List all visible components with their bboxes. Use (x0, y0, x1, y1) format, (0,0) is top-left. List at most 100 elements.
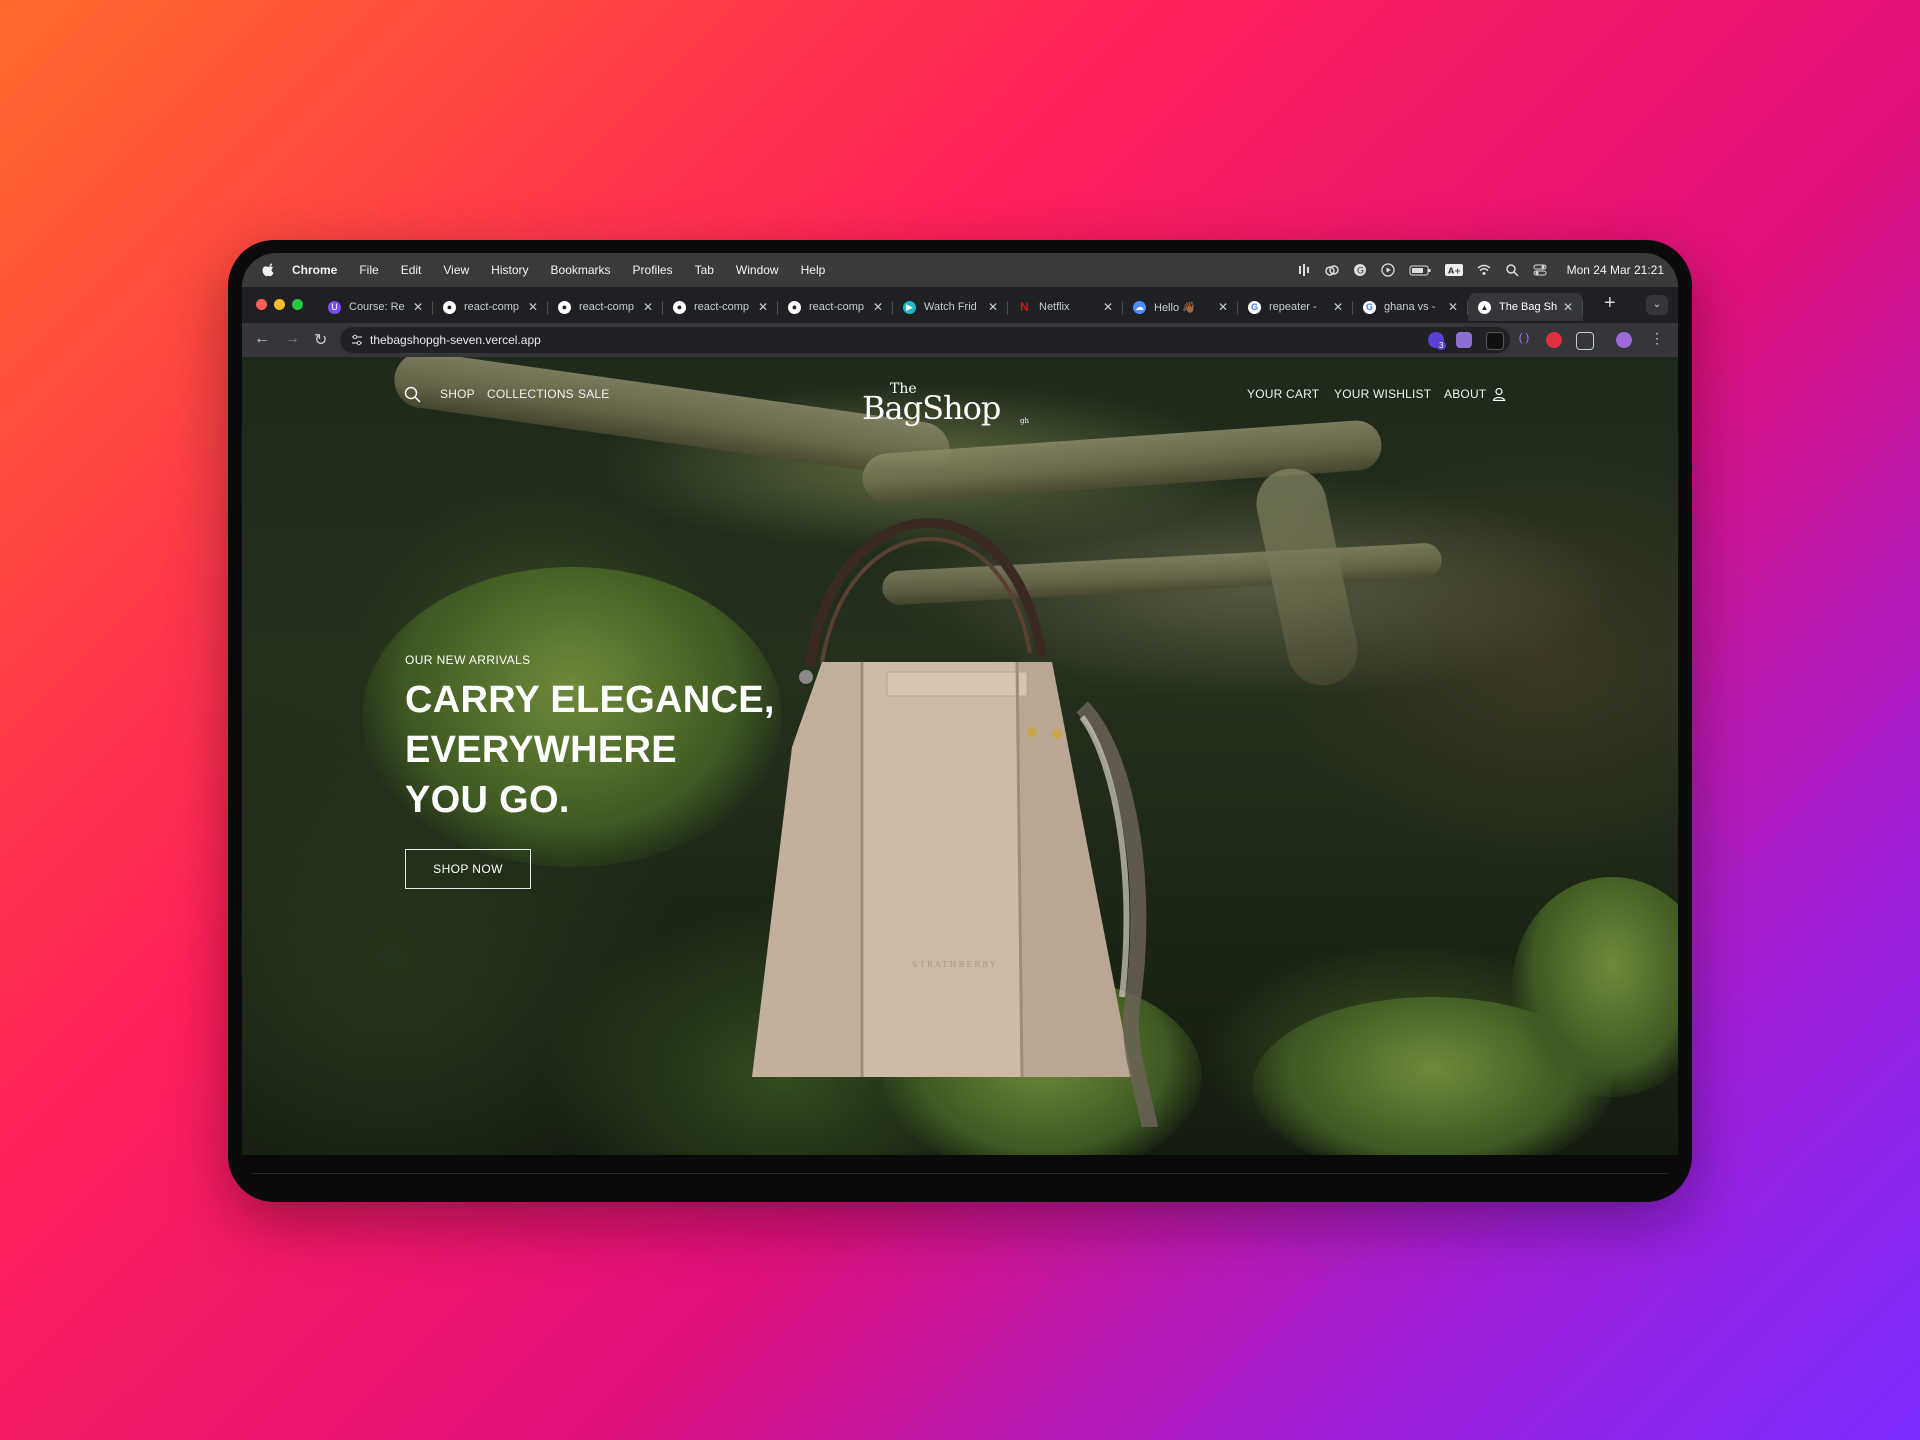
menu-edit[interactable]: Edit (401, 263, 422, 277)
tab-list: U Course: Re ✕ ● react-comp ✕ ● react-co… (318, 291, 1583, 323)
github-icon: ● (558, 300, 571, 314)
tab-title: Course: Re (349, 301, 405, 313)
close-tab-icon[interactable]: ✕ (413, 300, 423, 314)
browser-tab[interactable]: G repeater - ✕ (1238, 293, 1353, 321)
tab-title: Watch Frid (924, 301, 977, 313)
tab-title: react-comp (809, 301, 865, 313)
close-tab-icon[interactable]: ✕ (1563, 300, 1573, 314)
browser-tab[interactable]: N Netflix ✕ (1008, 293, 1123, 321)
site-header: SHOP COLLECTIONS SALE The BagShop gh YOU… (242, 357, 1678, 447)
close-tab-icon[interactable]: ✕ (988, 300, 998, 314)
browser-tab[interactable]: U Course: Re ✕ (318, 293, 433, 321)
shop-now-button[interactable]: SHOP NOW (405, 849, 531, 889)
hero-content: OUR NEW ARRIVALS CARRY ELEGANCE, EVERYWH… (405, 653, 774, 889)
play-icon: ▶ (903, 300, 916, 314)
menu-bar-status-area: G A+ Mon 24 Mar 21:21 (1297, 253, 1664, 287)
address-bar[interactable]: thebagshopgh-seven.vercel.app ☆ (340, 327, 1510, 353)
tab-title: The Bag Sh (1499, 301, 1558, 313)
nav-about-link[interactable]: ABOUT (1444, 387, 1486, 401)
close-tab-icon[interactable]: ✕ (1218, 300, 1228, 314)
keyboard-input-icon[interactable]: A+ (1444, 263, 1463, 277)
menu-file[interactable]: File (359, 263, 378, 277)
close-tab-icon[interactable]: ✕ (528, 300, 538, 314)
extension-icon[interactable]: ( ) (1516, 332, 1532, 348)
macos-menu-bar: Chrome File Edit View History Bookmarks … (242, 253, 1678, 287)
svg-text:G: G (1357, 267, 1364, 277)
browser-tab[interactable]: ☁ Hello 👋🏾 ✕ (1123, 293, 1238, 321)
forward-arrow-icon[interactable]: → (284, 330, 300, 348)
close-tab-icon[interactable]: ✕ (1448, 300, 1458, 314)
grammarly-icon[interactable]: G (1353, 263, 1367, 277)
browser-tab-active[interactable]: ▲ The Bag Sh ✕ (1468, 293, 1583, 321)
new-tab-icon[interactable]: + (1604, 292, 1616, 315)
apple-icon[interactable] (262, 263, 276, 277)
control-center-icon[interactable] (1533, 263, 1547, 277)
creative-cloud-icon[interactable] (1324, 263, 1339, 277)
course-icon: U (328, 300, 341, 314)
bottom-bezel-area (242, 1155, 1678, 1191)
tab-title: Netflix (1039, 301, 1070, 313)
extensions-puzzle-icon[interactable] (1576, 332, 1594, 350)
nav-collections-link[interactable]: COLLECTIONS (487, 387, 574, 401)
search-icon[interactable] (404, 386, 421, 403)
wifi-icon[interactable] (1477, 263, 1491, 277)
menu-history[interactable]: History (491, 263, 528, 277)
hero-headline-line: CARRY ELEGANCE, (405, 679, 775, 721)
minimize-window-button[interactable] (274, 299, 285, 310)
more-vert-icon[interactable]: ⋮ (1650, 330, 1664, 347)
close-tab-icon[interactable]: ✕ (758, 300, 768, 314)
battery-icon[interactable] (1409, 263, 1431, 277)
nav-wishlist-link[interactable]: YOUR WISHLIST (1334, 387, 1431, 401)
logo-name-text: BagShop (862, 389, 1001, 427)
voice-control-icon[interactable] (1297, 263, 1311, 277)
logo-suffix-text: gh (1020, 417, 1029, 425)
browser-tab[interactable]: ● react-comp ✕ (548, 293, 663, 321)
back-arrow-icon[interactable]: ← (254, 330, 270, 348)
menu-profiles[interactable]: Profiles (633, 263, 673, 277)
menu-view[interactable]: View (443, 263, 469, 277)
close-tab-icon[interactable]: ✕ (1333, 300, 1343, 314)
site-logo[interactable]: The BagShop gh (862, 369, 1032, 429)
browser-tab[interactable]: ● react-comp ✕ (663, 293, 778, 321)
divider (252, 1173, 1668, 1174)
nav-cart-link[interactable]: YOUR CART (1247, 387, 1319, 401)
play-circle-icon[interactable] (1380, 263, 1395, 277)
hero-section: STRATHBERRY SHOP COLLECTIONS SALE The Ba… (242, 357, 1678, 1155)
close-tab-icon[interactable]: ✕ (643, 300, 653, 314)
extension-icon[interactable] (1456, 332, 1472, 348)
netflix-icon: N (1020, 300, 1029, 314)
zoom-window-button[interactable] (292, 299, 303, 310)
menu-window[interactable]: Window (736, 263, 779, 277)
extension-icon[interactable] (1486, 332, 1504, 350)
user-account-icon[interactable] (1492, 387, 1506, 401)
close-tab-icon[interactable]: ✕ (873, 300, 883, 314)
menu-bookmarks[interactable]: Bookmarks (551, 263, 611, 277)
hero-kicker: OUR NEW ARRIVALS (405, 653, 531, 667)
nav-shop-link[interactable]: SHOP (440, 387, 475, 401)
url-text[interactable]: thebagshopgh-seven.vercel.app (370, 333, 541, 347)
menu-app-name[interactable]: Chrome (292, 263, 337, 277)
menu-bar-clock[interactable]: Mon 24 Mar 21:21 (1567, 263, 1664, 277)
tab-search-chevron-icon[interactable]: ⌄ (1646, 295, 1668, 315)
screen: Chrome File Edit View History Bookmarks … (242, 253, 1678, 1191)
browser-tab[interactable]: ● react-comp ✕ (778, 293, 893, 321)
bag-brand-text: STRATHBERRY (912, 960, 997, 969)
adblock-icon[interactable] (1546, 332, 1562, 348)
spotlight-search-icon[interactable] (1505, 263, 1519, 277)
close-window-button[interactable] (256, 299, 267, 310)
menu-help[interactable]: Help (801, 263, 826, 277)
tab-title: react-comp (579, 301, 635, 313)
google-icon: G (1363, 300, 1376, 314)
site-settings-icon[interactable] (350, 333, 364, 347)
close-tab-icon[interactable]: ✕ (1103, 300, 1113, 314)
reload-icon[interactable]: ↻ (314, 330, 327, 350)
menu-tab[interactable]: Tab (695, 263, 714, 277)
github-icon: ● (443, 300, 456, 314)
profile-avatar[interactable] (1616, 332, 1632, 348)
browser-tab[interactable]: G ghana vs - ✕ (1353, 293, 1468, 321)
hero-headline: CARRY ELEGANCE, EVERYWHERE YOU GO. (405, 675, 825, 825)
nav-sale-link[interactable]: SALE (578, 387, 610, 401)
browser-tab[interactable]: ● react-comp ✕ (433, 293, 548, 321)
browser-tab[interactable]: ▶ Watch Frid ✕ (893, 293, 1008, 321)
browser-toolbar: ← → ↻ thebagshopgh-seven.vercel.app ☆ 3 … (242, 323, 1678, 357)
